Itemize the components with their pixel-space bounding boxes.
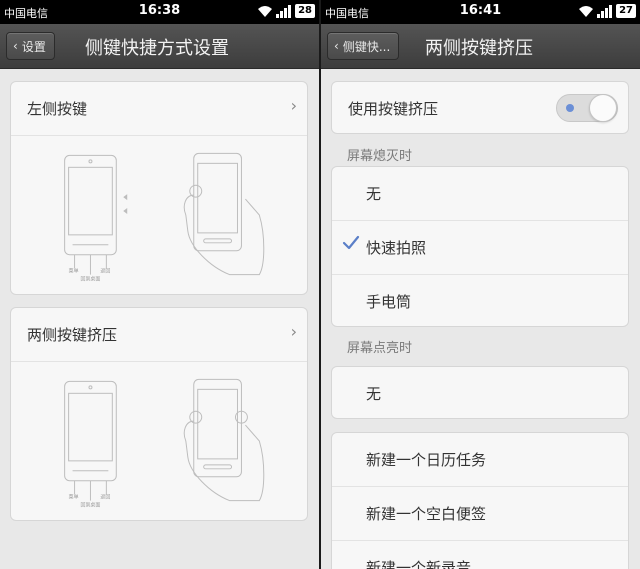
option-label: 快速拍照: [366, 239, 427, 257]
back-label: 侧键快...: [342, 39, 391, 54]
squeeze-toggle-switch[interactable]: [556, 94, 618, 122]
home-label: 回到桌面: [81, 276, 101, 283]
menu-label: 菜单: [69, 494, 79, 501]
option-label: 手电筒: [366, 293, 412, 311]
option-new-recording[interactable]: 新建一个新录音: [332, 541, 628, 569]
card-squeeze-header[interactable]: 两侧按键挤压 ›: [11, 308, 307, 362]
right-screen: 中国电信 16:41 27 ‹ 侧键快... 两侧按键挤压 使用按键挤压 屏幕熄…: [321, 0, 640, 569]
chevron-left-icon: ‹: [334, 39, 339, 53]
back-button[interactable]: ‹ 设置: [6, 32, 55, 60]
page-title: 侧键快捷方式设置: [85, 38, 229, 59]
option-label: 无: [366, 185, 382, 203]
option-off-quick-photo[interactable]: 快速拍照: [332, 221, 628, 275]
left-screen: 中国电信 16:38 28 ‹ 设置 侧键快捷方式设置 左侧按键 › 菜单 回到…: [0, 0, 319, 569]
option-new-calendar-task[interactable]: 新建一个日历任务: [332, 433, 628, 487]
squeeze-toggle-label: 使用按键挤压: [348, 100, 439, 118]
status-bar: 中国电信 16:41 27: [321, 0, 640, 24]
option-label: 新建一个日历任务: [366, 451, 487, 469]
wifi-icon: [579, 6, 594, 17]
title-bar: ‹ 设置 侧键快捷方式设置: [0, 24, 319, 69]
menu-label: 菜单: [69, 268, 79, 275]
signal-icon: [597, 4, 613, 18]
squeeze-toggle-row[interactable]: 使用按键挤压: [332, 82, 628, 135]
check-icon: [342, 235, 360, 250]
squeeze-toggle-card: 使用按键挤压: [331, 81, 629, 134]
card-squeeze: 两侧按键挤压 › 菜单 回到桌面 返回: [10, 307, 308, 521]
back-label: 设置: [21, 39, 46, 54]
toggle-indicator-dot: [566, 104, 574, 112]
signal-icon: [276, 4, 292, 18]
card-left-key-header[interactable]: 左侧按键 ›: [11, 82, 307, 136]
title-bar: ‹ 侧键快... 两侧按键挤压: [321, 24, 640, 69]
status-icons: 28: [257, 4, 315, 18]
chevron-left-icon: ‹: [13, 39, 18, 53]
back-button[interactable]: ‹ 侧键快...: [327, 32, 400, 60]
back-key-label: 返回: [100, 494, 110, 501]
chevron-right-icon: ›: [290, 322, 297, 341]
option-off-none[interactable]: 无: [332, 167, 628, 221]
option-new-note[interactable]: 新建一个空白便签: [332, 487, 628, 541]
option-off-flashlight[interactable]: 手电筒: [332, 275, 628, 328]
card-squeeze-label: 两侧按键挤压: [27, 326, 118, 344]
section-screen-on: 屏幕点亮时: [347, 341, 413, 356]
card-left-key: 左侧按键 › 菜单 回到桌面 返回: [10, 81, 308, 295]
squeeze-illustration: 菜单 回到桌面 返回: [64, 378, 265, 509]
option-label: 无: [366, 385, 382, 403]
section-screen-off: 屏幕熄灭时: [347, 149, 413, 164]
screen-off-options: 无 快速拍照 手电筒: [331, 166, 629, 327]
home-label: 回到桌面: [81, 502, 101, 509]
option-on-none[interactable]: 无: [332, 367, 628, 420]
status-bar: 中国电信 16:38 28: [0, 0, 319, 24]
back-key-label: 返回: [100, 268, 110, 275]
status-icons: 27: [578, 4, 636, 18]
option-label: 新建一个空白便签: [366, 505, 487, 523]
left-key-illustration: 菜单 回到桌面 返回: [64, 152, 265, 283]
battery-indicator: 27: [616, 4, 636, 18]
toggle-knob: [589, 94, 617, 122]
extra-options: 新建一个日历任务 新建一个空白便签 新建一个新录音: [331, 432, 629, 569]
wifi-icon: [258, 6, 273, 17]
card-left-key-label: 左侧按键: [27, 100, 88, 118]
option-label: 新建一个新录音: [366, 559, 472, 569]
page-title: 两侧按键挤压: [425, 38, 533, 59]
chevron-right-icon: ›: [290, 96, 297, 115]
battery-indicator: 28: [295, 4, 315, 18]
screen-on-options: 无: [331, 366, 629, 419]
